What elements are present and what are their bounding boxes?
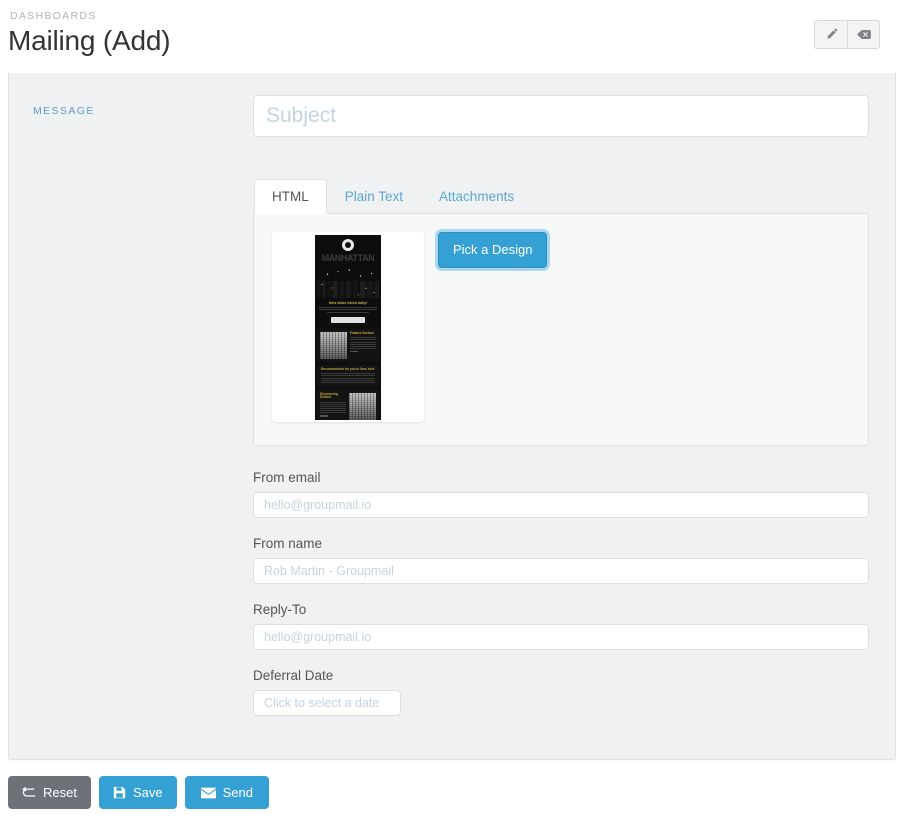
mailing-add-page: DASHBOARDS Mailing (Add) MESSAGE Subject… <box>0 0 904 834</box>
template-section-3: Discovering District <box>317 389 379 420</box>
deferral-date-label: Deferral Date <box>253 668 334 683</box>
panel-legend: MESSAGE <box>33 95 253 716</box>
undo-arrow-icon <box>22 786 36 799</box>
breadcrumb: DASHBOARDS <box>10 10 97 22</box>
save-button[interactable]: Save <box>98 776 177 809</box>
reply-to-input[interactable] <box>253 624 869 650</box>
design-thumbnail-card[interactable]: MANHATTAN New deals listed daily! Featur… <box>272 232 424 422</box>
template-section-3-title: Discovering District <box>320 391 339 400</box>
from-email-input[interactable] <box>253 492 869 518</box>
tab-attachments[interactable]: Attachments <box>421 179 532 214</box>
template-skyline-image <box>317 264 379 298</box>
tab-plain-text[interactable]: Plain Text <box>327 179 421 214</box>
from-name-input[interactable] <box>253 558 869 584</box>
page-title: Mailing (Add) <box>8 25 171 56</box>
panel-wrap: MESSAGE HTML Plain Text Attachments <box>0 70 904 760</box>
subject-input[interactable] <box>253 95 869 137</box>
panel-legend-label: MESSAGE <box>33 105 95 117</box>
deferral-date-input[interactable] <box>253 690 401 716</box>
reset-button-label: Reset <box>43 785 77 800</box>
pick-a-design-button[interactable]: Pick a Design <box>438 232 548 268</box>
content-tabs: HTML Plain Text Attachments <box>253 179 869 214</box>
from-email-label: From email <box>253 470 321 485</box>
reset-button[interactable]: Reset <box>8 776 91 809</box>
field-reply-to: Reply-To <box>253 602 869 650</box>
field-from-name: From name <box>253 536 869 584</box>
header-actions <box>814 20 880 49</box>
send-button[interactable]: Send <box>184 776 269 809</box>
html-tab-pane: MANHATTAN New deals listed daily! Featur… <box>253 214 869 446</box>
template-wordmark: MANHATTAN <box>321 253 375 263</box>
footer-actions: Reset Save Send <box>0 760 904 829</box>
save-button-label: Save <box>132 785 163 800</box>
mail-fields: From email From name Reply-To De <box>253 470 869 716</box>
template-section-2-title: Recommended for you in New York <box>321 366 375 371</box>
tab-html[interactable]: HTML <box>254 179 327 214</box>
email-template-preview: MANHATTAN New deals listed daily! Featur… <box>315 235 381 420</box>
field-deferral-date: Deferral Date <box>253 668 869 716</box>
template-section-1-title: Feature Section <box>350 330 374 335</box>
pencil-icon <box>825 28 838 41</box>
template-headline: New deals listed daily! <box>328 301 368 305</box>
template-photo-city <box>320 331 347 359</box>
page-header: DASHBOARDS Mailing (Add) <box>0 0 904 70</box>
reply-to-label: Reply-To <box>253 602 307 617</box>
edit-button[interactable] <box>814 20 847 49</box>
template-section-2: Recommended for you in New York <box>317 364 379 387</box>
template-logo-icon <box>342 239 354 251</box>
send-button-label: Send <box>222 785 253 800</box>
message-panel: MESSAGE HTML Plain Text Attachments <box>8 70 896 760</box>
field-from-email: From email <box>253 470 869 518</box>
panel-body: HTML Plain Text Attachments MANHATTAN Ne… <box>253 95 871 716</box>
envelope-icon <box>200 787 216 799</box>
floppy-disk-icon <box>113 786 126 799</box>
template-section-1: Feature Section <box>317 328 379 362</box>
template-cta-button <box>331 316 365 323</box>
backspace-icon <box>856 28 871 41</box>
from-name-label: From name <box>253 536 323 551</box>
clear-button[interactable] <box>847 20 880 49</box>
template-photo-buildings <box>349 392 376 420</box>
